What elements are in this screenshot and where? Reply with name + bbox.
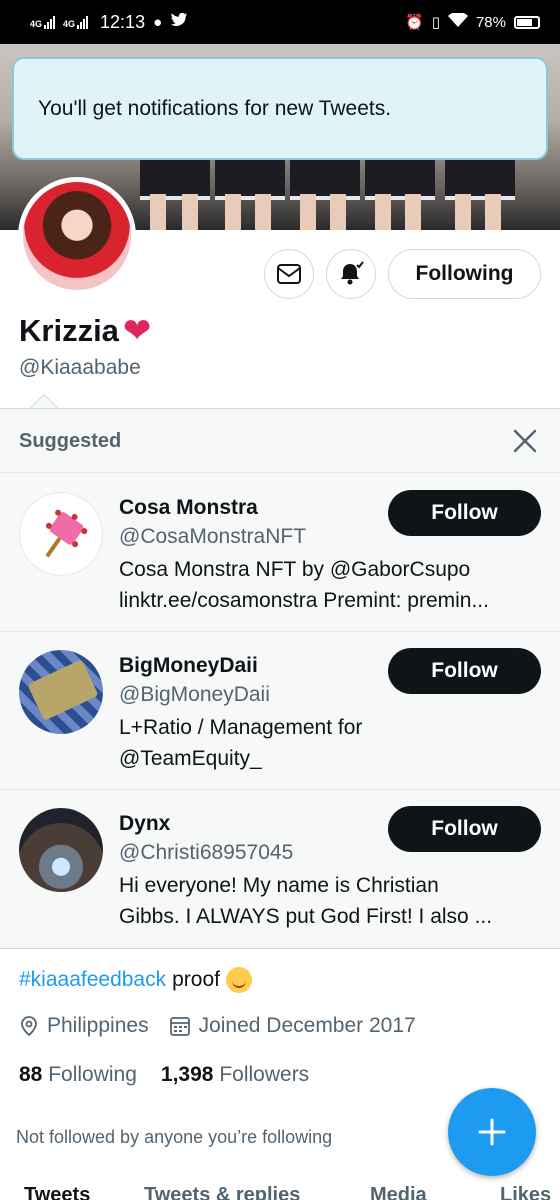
account-avatar[interactable] bbox=[19, 650, 103, 734]
account-name[interactable]: BigMoneyDaii bbox=[119, 654, 258, 678]
bio-text: proof bbox=[172, 968, 220, 991]
profile-tabs: Tweets Tweets & replies Media Likes bbox=[0, 1182, 560, 1200]
location-pin-icon bbox=[21, 1016, 37, 1037]
profile-handle: @Kiaaababe bbox=[19, 356, 141, 379]
account-name[interactable]: Cosa Monstra bbox=[119, 496, 258, 520]
battery-percent: 78% bbox=[475, 13, 506, 31]
account-handle: @Christi68957045 bbox=[119, 841, 294, 864]
tab-media[interactable]: Media bbox=[370, 1184, 427, 1200]
calendar-icon bbox=[169, 1017, 190, 1036]
signal-icon-2: 4G bbox=[63, 15, 89, 29]
envelope-icon bbox=[277, 264, 301, 284]
messenger-icon: ● bbox=[153, 13, 163, 31]
alarm-icon: ⏰ bbox=[405, 14, 424, 31]
bio-hashtag-link[interactable]: #kiaaafeedback bbox=[19, 968, 166, 992]
account-bio: L+Ratio / Management for @TeamEquity_ bbox=[119, 716, 363, 770]
close-suggested-button[interactable] bbox=[510, 426, 540, 456]
compose-tweet-button[interactable] bbox=[448, 1088, 536, 1176]
clock: 12:13 bbox=[100, 11, 146, 32]
tab-tweets[interactable]: Tweets bbox=[24, 1184, 90, 1200]
vibrate-icon: ▯ bbox=[431, 14, 440, 31]
following-button[interactable]: Following bbox=[388, 249, 541, 299]
profile-bio: #kiaaafeedback proof bbox=[19, 967, 252, 993]
location-text: Philippines bbox=[47, 1014, 149, 1037]
account-handle: @BigMoneyDaii bbox=[119, 683, 270, 706]
follow-stats: 88 Following 1,398 Followers bbox=[19, 1063, 309, 1087]
suggested-section: Suggested Cosa Monstra @CosaMonstraNFT C… bbox=[0, 408, 560, 949]
suggested-account[interactable]: BigMoneyDaii @BigMoneyDaii L+Ratio / Man… bbox=[0, 632, 560, 790]
smiling-emoji-icon bbox=[226, 967, 252, 993]
not-followed-note: Not followed by anyone you’re following bbox=[16, 1127, 333, 1147]
bell-check-icon bbox=[341, 261, 364, 285]
account-bio: Cosa Monstra NFT by @GaborCsupo linktr.e… bbox=[119, 558, 489, 612]
account-name[interactable]: Dynx bbox=[119, 812, 170, 836]
signal-icon: 4G bbox=[30, 15, 56, 29]
notification-toast: You'll get notifications for new Tweets. bbox=[12, 57, 548, 160]
follow-button[interactable]: Follow bbox=[388, 490, 541, 536]
suggested-account[interactable]: Cosa Monstra @CosaMonstraNFT Cosa Monstr… bbox=[0, 474, 560, 632]
tab-likes[interactable]: Likes bbox=[500, 1184, 551, 1200]
followers-stat[interactable]: 1,398 Followers bbox=[161, 1063, 309, 1087]
toast-message: You'll get notifications for new Tweets. bbox=[38, 96, 392, 120]
follow-button[interactable]: Follow bbox=[388, 648, 541, 694]
follow-button[interactable]: Follow bbox=[388, 806, 541, 852]
status-bar: 4G 4G 12:13 ● ⏰ ▯ 78% bbox=[0, 0, 560, 44]
profile-meta: Philippines Joined December 2017 bbox=[19, 1014, 416, 1038]
plus-icon bbox=[478, 1118, 506, 1146]
battery-icon bbox=[514, 15, 540, 29]
suggested-header: Suggested bbox=[0, 409, 560, 473]
profile-avatar[interactable] bbox=[18, 177, 136, 295]
message-button[interactable] bbox=[264, 249, 314, 299]
joined-text: Joined December 2017 bbox=[198, 1014, 416, 1037]
account-handle: @CosaMonstraNFT bbox=[119, 525, 307, 548]
suggested-account[interactable]: Dynx @Christi68957045 Hi everyone! My na… bbox=[0, 790, 560, 948]
account-avatar[interactable] bbox=[19, 492, 103, 576]
display-name: Krizzia ❤ bbox=[19, 313, 151, 349]
following-stat[interactable]: 88 Following bbox=[19, 1063, 137, 1087]
heart-icon: ❤ bbox=[122, 312, 152, 350]
wifi-icon bbox=[447, 11, 468, 32]
display-name-text: Krizzia bbox=[19, 313, 119, 348]
close-icon bbox=[513, 429, 537, 453]
notifications-bell-button[interactable] bbox=[326, 249, 376, 299]
account-avatar[interactable] bbox=[19, 808, 103, 892]
twitter-bird-icon bbox=[170, 12, 188, 32]
account-bio: Hi everyone! My name is Christian Gibbs.… bbox=[119, 874, 493, 928]
tab-tweets-replies[interactable]: Tweets & replies bbox=[144, 1184, 300, 1200]
suggested-title: Suggested bbox=[19, 430, 122, 452]
